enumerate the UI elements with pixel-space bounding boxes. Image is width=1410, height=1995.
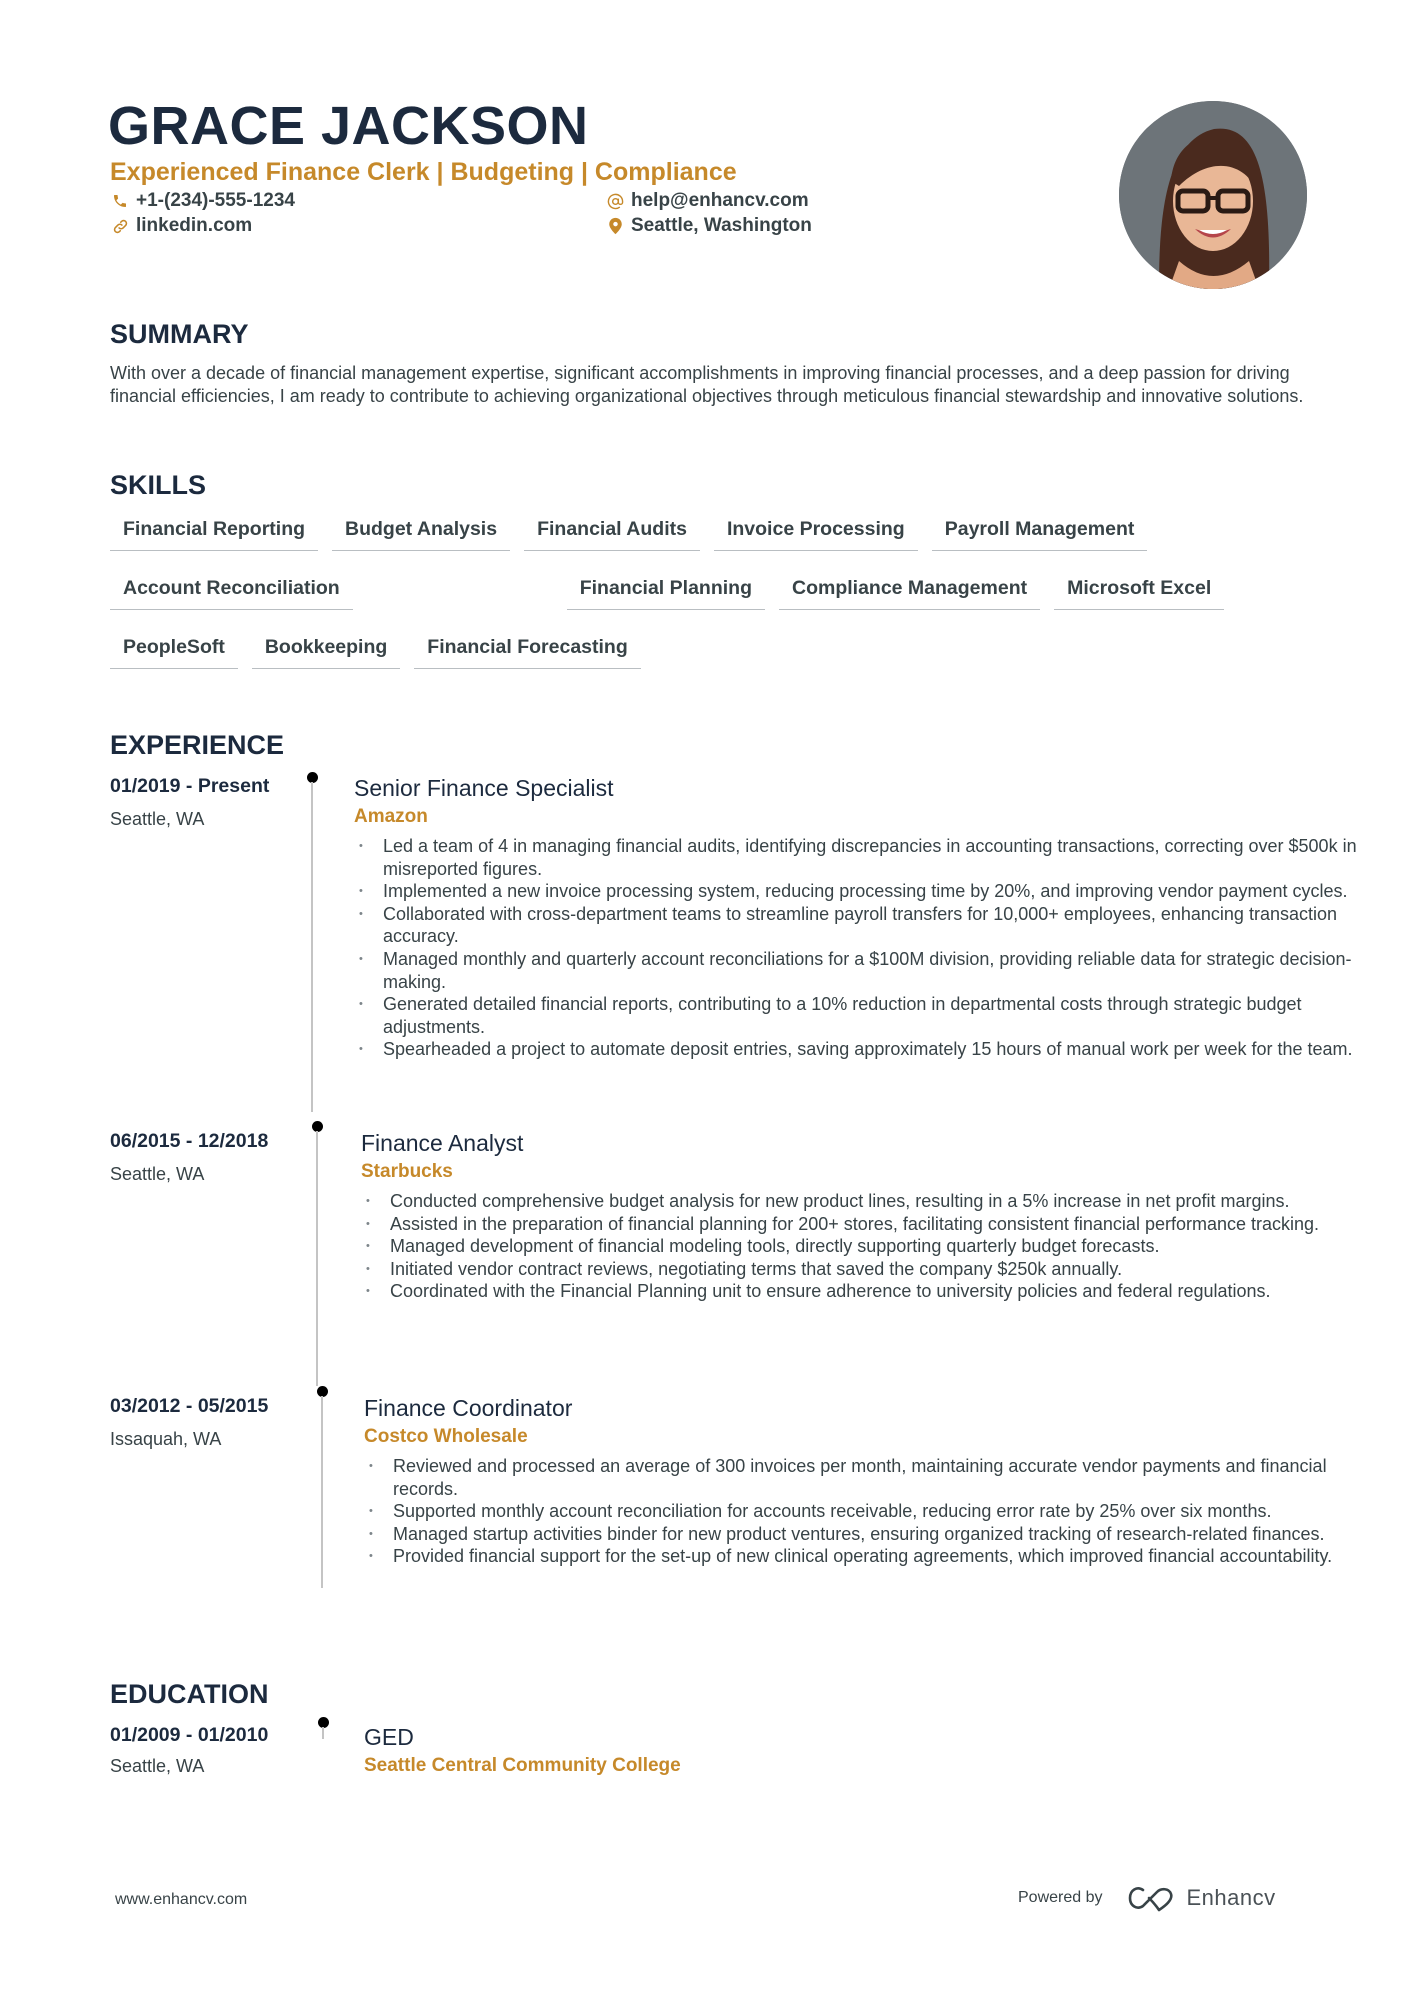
skill-tag: Financial Reporting (110, 510, 319, 551)
skill-tag: Financial Forecasting (414, 628, 641, 669)
entry-details: Finance Analyst Starbucks Conducted comp… (361, 1129, 1381, 1303)
entry-location: Seattle, WA (110, 1164, 205, 1184)
bullet-item: Initiated vendor contract reviews, negot… (361, 1258, 1381, 1281)
location-text: Seattle, Washington (631, 215, 812, 236)
education-heading: EDUCATION (110, 1679, 269, 1709)
summary-text: With over a decade of financial manageme… (110, 363, 1304, 406)
bullet-item: Led a team of 4 in managing financial au… (354, 835, 1384, 880)
contact-email[interactable]: help@enhancv.com (605, 189, 809, 213)
skill-tag: Bookkeeping (251, 628, 401, 669)
link-icon (110, 216, 130, 236)
entry-details: Senior Finance Specialist Amazon Led a t… (354, 774, 1384, 1061)
entry-location: Seattle, WA (110, 809, 205, 829)
entry-role: Finance Coordinator (364, 1395, 573, 1421)
skill-tag: Budget Analysis (332, 510, 511, 551)
skills-heading: SKILLS (110, 470, 207, 500)
bullet-item: Collaborated with cross-department teams… (354, 903, 1384, 948)
enhancv-logo-icon (1127, 1884, 1177, 1912)
entry-company: Starbucks (361, 1161, 453, 1182)
candidate-name: GRACE JACKSON (108, 96, 589, 156)
entry-date: 06/2015 - 12/2018 (110, 1130, 269, 1152)
bullet-item: Assisted in the preparation of financial… (361, 1213, 1381, 1236)
powered-by-text: Powered by (1018, 1889, 1103, 1906)
enhancv-brand-name: Enhancv (1186, 1885, 1276, 1910)
bullet-item: Implemented a new invoice processing sys… (354, 880, 1384, 903)
skill-tag: PeopleSoft (110, 628, 238, 669)
timeline-line (321, 1396, 323, 1588)
entry-date: 01/2009 - 01/2010 (110, 1724, 269, 1746)
timeline-line (322, 1727, 324, 1739)
entry-company: Costco Wholesale (364, 1426, 528, 1447)
skill-tag: Payroll Management (931, 510, 1148, 551)
skill-tag: Financial Audits (524, 510, 700, 551)
profile-photo (1119, 101, 1307, 289)
entry-bullets: Reviewed and processed an average of 300… (364, 1455, 1384, 1568)
education-degree: GED (364, 1724, 414, 1750)
bullet-item: Supported monthly account reconciliation… (364, 1500, 1384, 1523)
entry-location: Issaquah, WA (110, 1429, 222, 1449)
entry-role: Finance Analyst (361, 1130, 524, 1156)
contact-location: Seattle, Washington (605, 214, 812, 238)
entry-date: 01/2019 - Present (110, 775, 270, 797)
entry-details: Finance Coordinator Costco Wholesale Rev… (364, 1394, 1384, 1568)
timeline-line (311, 782, 313, 1112)
bullet-item: Spearheaded a project to automate deposi… (354, 1038, 1384, 1061)
entry-bullets: Led a team of 4 in managing financial au… (354, 835, 1384, 1061)
bullet-item: Coordinated with the Financial Planning … (361, 1280, 1381, 1303)
candidate-headline: Experienced Finance Clerk | Budgeting | … (110, 158, 737, 186)
timeline-line (316, 1131, 318, 1386)
bullet-item: Generated detailed financial reports, co… (354, 993, 1384, 1038)
skill-tag: Compliance Management (778, 569, 1041, 610)
footer-website[interactable]: www.enhancv.com (115, 1891, 247, 1909)
skill-tag: Account Reconciliation (110, 569, 353, 610)
bullet-item: Managed development of financial modelin… (361, 1235, 1381, 1258)
bullet-item: Conducted comprehensive budget analysis … (361, 1190, 1381, 1213)
phone-text: +1-(234)-555-1234 (136, 190, 295, 211)
entry-details: GED Seattle Central Community College (364, 1723, 1264, 1778)
contact-phone: +1-(234)-555-1234 (110, 189, 295, 213)
entry-bullets: Conducted comprehensive budget analysis … (361, 1190, 1381, 1303)
skill-tag: Microsoft Excel (1054, 569, 1225, 610)
phone-icon (110, 191, 130, 211)
skill-tag: Invoice Processing (713, 510, 918, 551)
bullet-item: Managed startup activities binder for ne… (364, 1523, 1384, 1546)
entry-company: Amazon (354, 806, 428, 827)
summary-heading: SUMMARY (110, 319, 249, 349)
skill-tag: Financial Planning (566, 569, 765, 610)
bullet-item: Provided financial support for the set-u… (364, 1545, 1384, 1568)
bullet-item: Reviewed and processed an average of 300… (364, 1455, 1384, 1500)
contact-linkedin[interactable]: linkedin.com (110, 214, 252, 238)
entry-location: Seattle, WA (110, 1756, 205, 1776)
education-school: Seattle Central Community College (364, 1755, 681, 1776)
footer-branding: Powered by Enhancv (1018, 1884, 1276, 1912)
location-pin-icon (605, 216, 625, 236)
skills-list: Financial Reporting Budget Analysis Fina… (110, 510, 1310, 669)
email-text[interactable]: help@enhancv.com (631, 189, 809, 213)
linkedin-text[interactable]: linkedin.com (136, 214, 252, 238)
entry-role: Senior Finance Specialist (354, 775, 614, 801)
experience-heading: EXPERIENCE (110, 730, 285, 760)
entry-date: 03/2012 - 05/2015 (110, 1395, 269, 1417)
bullet-item: Managed monthly and quarterly account re… (354, 948, 1384, 993)
at-icon (605, 191, 625, 211)
